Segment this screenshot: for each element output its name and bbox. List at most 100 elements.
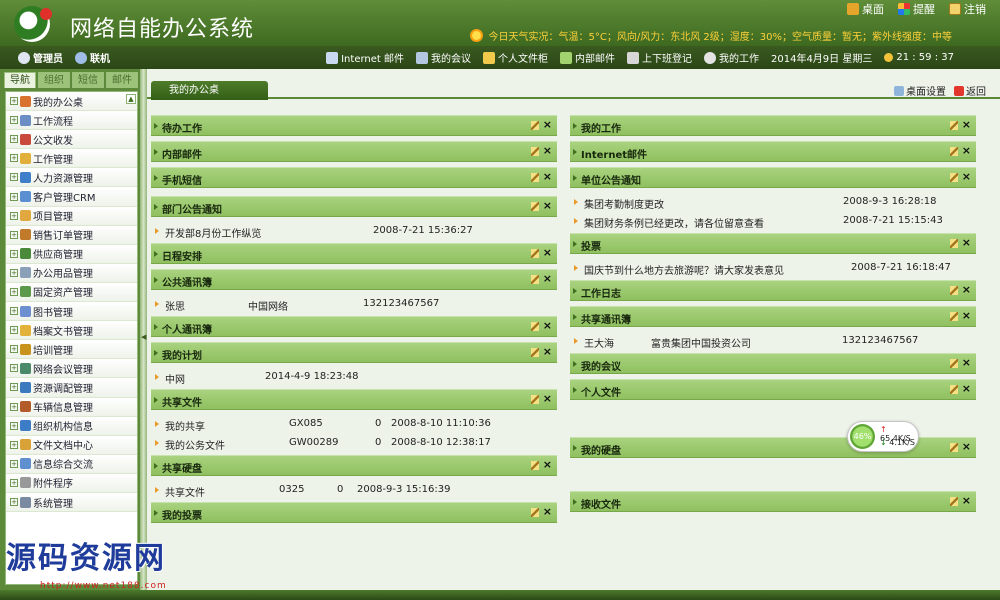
close-icon[interactable]: ×: [962, 494, 971, 507]
quick-my-work[interactable]: 我的工作: [704, 50, 759, 65]
list-item[interactable]: 集团财务条例已经更改，请各位留意查看 2008-7-21 15:15:43: [570, 212, 976, 231]
list-item[interactable]: 我的公务文件 GW00289 0 2008-8-10 12:38:17: [151, 434, 557, 453]
quick-file-cabinet[interactable]: 个人文件柜: [483, 50, 548, 65]
sidebar-item[interactable]: + 客户管理CRM: [6, 187, 137, 207]
expand-icon[interactable]: +: [10, 230, 18, 239]
edit-icon[interactable]: [950, 359, 958, 368]
expand-icon[interactable]: +: [10, 440, 18, 449]
expand-icon[interactable]: +: [10, 154, 18, 163]
edit-icon[interactable]: [531, 322, 539, 331]
panel-title[interactable]: 我的工作: [573, 120, 621, 135]
sidebar-item[interactable]: + 办公用品管理: [6, 263, 137, 283]
online-status[interactable]: 联机: [75, 50, 110, 65]
edit-icon[interactable]: [950, 121, 958, 130]
close-icon[interactable]: ×: [962, 309, 971, 322]
sidebar-item[interactable]: + 网络会议管理: [6, 359, 137, 379]
list-item[interactable]: 集团考勤制度更改 2008-9-3 16:28:18: [570, 193, 976, 212]
panel-title[interactable]: 投票: [573, 238, 601, 253]
reminder-link[interactable]: 提醒: [898, 1, 935, 17]
tab-mail[interactable]: 邮件: [106, 72, 138, 88]
scroll-up-icon[interactable]: ▲: [126, 94, 136, 104]
panel-title[interactable]: 部门公告通知: [154, 201, 222, 216]
sidebar-item[interactable]: + 培训管理: [6, 340, 137, 360]
quick-internal-mail[interactable]: 内部邮件: [560, 50, 615, 65]
panel-title[interactable]: 我的会议: [573, 358, 621, 373]
edit-icon[interactable]: [950, 173, 958, 182]
expand-icon[interactable]: +: [10, 498, 18, 507]
sidebar-item[interactable]: + 工作管理: [6, 149, 137, 169]
sidebar-item[interactable]: + 组织机构信息: [6, 416, 137, 436]
panel-title[interactable]: 接收文件: [573, 496, 621, 511]
edit-icon[interactable]: [950, 443, 958, 452]
list-item[interactable]: 国庆节到什么地方去旅游呢？请大家发表意见 2008-7-21 16:18:47: [570, 259, 976, 278]
expand-icon[interactable]: +: [10, 402, 18, 411]
expand-icon[interactable]: +: [10, 268, 18, 277]
quick-my-meeting[interactable]: 我的会议: [416, 50, 471, 65]
panel-title[interactable]: 个人文件: [573, 384, 621, 399]
expand-icon[interactable]: +: [10, 364, 18, 373]
quick-internet-mail[interactable]: Internet 邮件: [326, 50, 404, 65]
edit-icon[interactable]: [950, 147, 958, 156]
edit-icon[interactable]: [531, 121, 539, 130]
panel-title[interactable]: 待办工作: [154, 120, 202, 135]
close-icon[interactable]: ×: [543, 319, 552, 332]
expand-icon[interactable]: +: [10, 249, 18, 258]
close-icon[interactable]: ×: [543, 272, 552, 285]
sidebar-item[interactable]: + 信息综合交流: [6, 454, 137, 474]
edit-icon[interactable]: [531, 348, 539, 357]
expand-icon[interactable]: +: [10, 192, 18, 201]
collapse-arrow-icon[interactable]: ◀: [141, 333, 146, 341]
logout-link[interactable]: 注销: [949, 1, 986, 17]
tab-sms[interactable]: 短信: [72, 72, 104, 88]
desktop-link[interactable]: 桌面: [847, 1, 884, 17]
expand-icon[interactable]: +: [10, 478, 18, 487]
edit-icon[interactable]: [950, 497, 958, 506]
expand-icon[interactable]: +: [10, 211, 18, 220]
sidebar-item[interactable]: + 系统管理: [6, 492, 137, 513]
edit-icon[interactable]: [531, 395, 539, 404]
list-item[interactable]: 中网 2014-4-9 18:23:48: [151, 368, 557, 387]
panel-title[interactable]: 单位公告通知: [573, 172, 641, 187]
edit-icon[interactable]: [950, 312, 958, 321]
expand-icon[interactable]: +: [10, 307, 18, 316]
list-item[interactable]: 王大海 富贵集团中国投资公司 132123467567: [570, 332, 976, 351]
user-name[interactable]: 管理员: [18, 50, 63, 65]
close-icon[interactable]: ×: [543, 118, 552, 131]
list-item[interactable]: 张思 中国网络 132123467567: [151, 295, 557, 314]
sidebar-item[interactable]: + 工作流程: [6, 111, 137, 131]
panel-title[interactable]: 工作日志: [573, 285, 621, 300]
quick-attendance[interactable]: 上下班登记: [627, 50, 692, 65]
sidebar-item[interactable]: + 人力资源管理: [6, 168, 137, 188]
edit-icon[interactable]: [531, 275, 539, 284]
panel-title[interactable]: 共享通讯簿: [573, 311, 631, 326]
close-icon[interactable]: ×: [543, 199, 552, 212]
panel-title[interactable]: 个人通讯簿: [154, 321, 212, 336]
sidebar-item[interactable]: + 附件程序: [6, 473, 137, 493]
panel-title[interactable]: 共享硬盘: [154, 460, 202, 475]
desk-settings-button[interactable]: 桌面设置: [894, 83, 946, 98]
sidebar-item[interactable]: + 项目管理: [6, 206, 137, 226]
close-icon[interactable]: ×: [543, 144, 552, 157]
sidebar-item[interactable]: + 文件文档中心: [6, 435, 137, 455]
expand-icon[interactable]: +: [10, 345, 18, 354]
close-icon[interactable]: ×: [543, 505, 552, 518]
expand-icon[interactable]: +: [10, 97, 18, 106]
sidebar-item[interactable]: + 供应商管理: [6, 244, 137, 264]
panel-title[interactable]: 手机短信: [154, 172, 202, 187]
close-icon[interactable]: ×: [962, 118, 971, 131]
expand-icon[interactable]: +: [10, 326, 18, 335]
close-icon[interactable]: ×: [962, 144, 971, 157]
expand-icon[interactable]: +: [10, 383, 18, 392]
edit-icon[interactable]: [950, 286, 958, 295]
sidebar-item[interactable]: + 销售订单管理: [6, 225, 137, 245]
panel-title[interactable]: 日程安排: [154, 248, 202, 263]
sidebar-item[interactable]: + 我的办公桌: [6, 92, 137, 112]
edit-icon[interactable]: [531, 249, 539, 258]
panel-title[interactable]: 公共通讯簿: [154, 274, 212, 289]
close-icon[interactable]: ×: [962, 356, 971, 369]
close-icon[interactable]: ×: [962, 440, 971, 453]
panel-title[interactable]: 我的投票: [154, 507, 202, 522]
close-icon[interactable]: ×: [962, 170, 971, 183]
sidebar-item[interactable]: + 档案文书管理: [6, 321, 137, 341]
tab-my-desk[interactable]: 我的办公桌: [151, 81, 268, 100]
